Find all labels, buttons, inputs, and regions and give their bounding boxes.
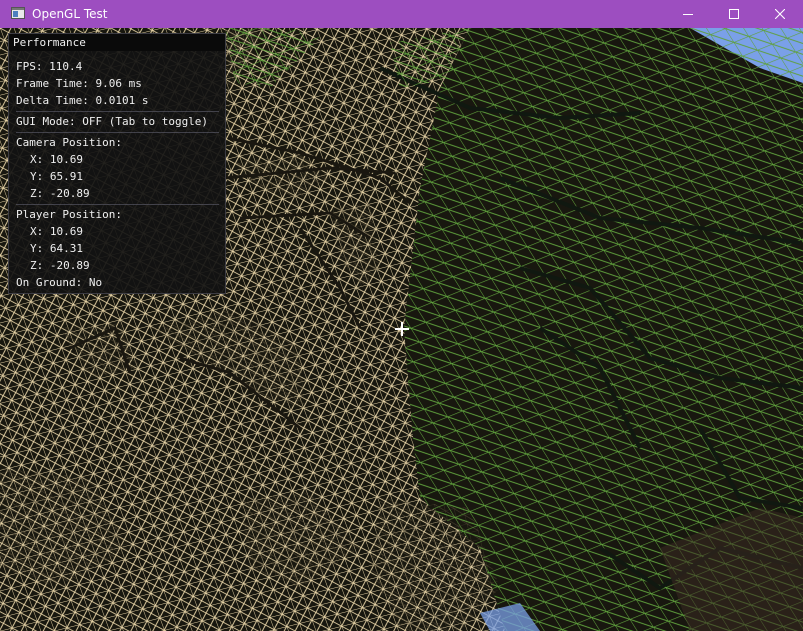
delta-time-readout: Delta Time: 0.0101 s xyxy=(16,94,149,107)
app-icon xyxy=(11,7,25,19)
on-ground-readout: On Ground: No xyxy=(16,276,103,289)
close-icon xyxy=(775,9,785,19)
camera-position-heading: Camera Position: xyxy=(16,136,122,149)
player-z: Z: -20.89 xyxy=(30,259,90,272)
gui-mode-readout: GUI Mode: OFF (Tab to toggle) xyxy=(16,115,209,128)
separator xyxy=(16,111,219,112)
separator xyxy=(16,132,219,133)
fps-readout: FPS: 110.4 xyxy=(16,60,83,73)
close-button[interactable] xyxy=(757,0,803,28)
window-title: OpenGL Test xyxy=(32,7,108,21)
camera-x: X: 10.69 xyxy=(30,153,83,166)
render-viewport[interactable]: Performance FPS: 110.4 Frame Time: 9.06 … xyxy=(0,28,803,631)
player-position-heading: Player Position: xyxy=(16,208,122,221)
maximize-icon xyxy=(729,9,739,19)
player-y: Y: 64.31 xyxy=(30,242,83,255)
camera-z: Z: -20.89 xyxy=(30,187,90,200)
performance-panel[interactable]: Performance FPS: 110.4 Frame Time: 9.06 … xyxy=(8,33,226,294)
player-x: X: 10.69 xyxy=(30,225,83,238)
minimize-button[interactable] xyxy=(665,0,711,28)
panel-title: Performance xyxy=(13,36,86,49)
maximize-button[interactable] xyxy=(711,0,757,28)
frame-time-readout: Frame Time: 9.06 ms xyxy=(16,77,142,90)
panel-header[interactable]: Performance xyxy=(9,34,225,51)
camera-y: Y: 65.91 xyxy=(30,170,83,183)
minimize-icon xyxy=(683,14,693,15)
separator xyxy=(16,204,219,205)
crosshair xyxy=(395,322,409,336)
app-window: OpenGL Test Performance FPS: 110.4 Frame… xyxy=(0,0,803,631)
title-bar[interactable]: OpenGL Test xyxy=(0,0,803,28)
